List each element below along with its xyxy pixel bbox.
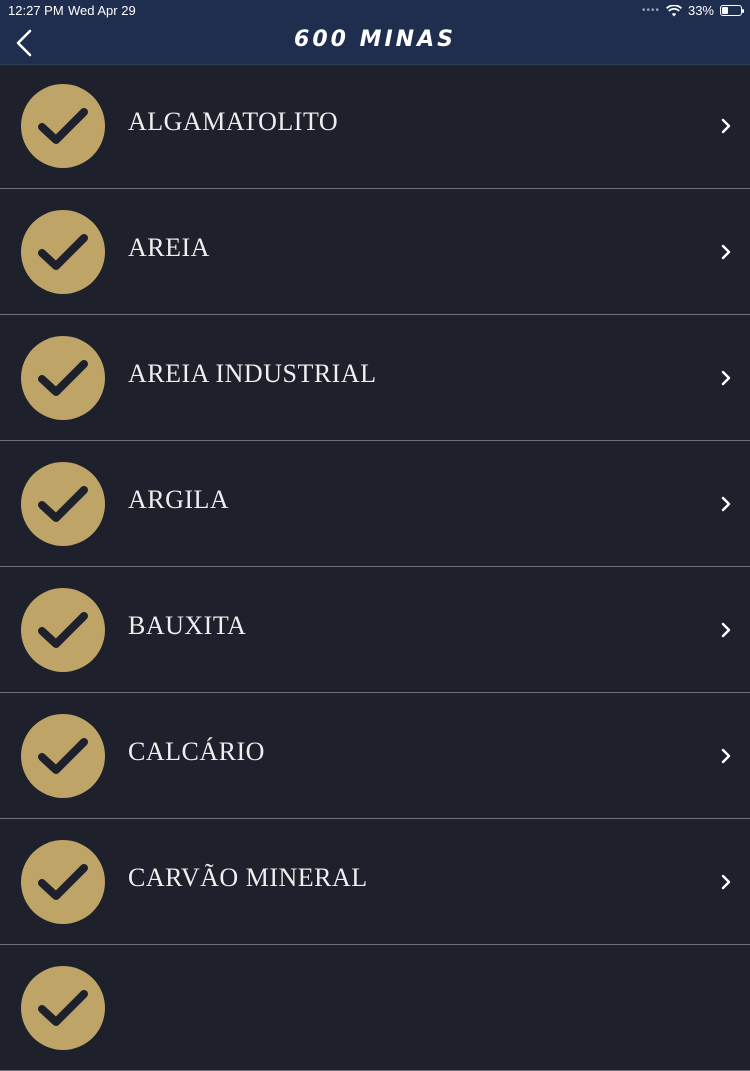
checkmark-icon: [38, 738, 88, 774]
list-item[interactable]: AREIA: [0, 189, 750, 315]
checkmark-icon: [38, 990, 88, 1026]
list-item-label: ARGILA: [128, 485, 230, 514]
status-date: Wed Apr 29: [68, 3, 136, 18]
check-badge: [21, 84, 105, 168]
check-badge: [21, 588, 105, 672]
navigation-bar: 600 MINAS: [0, 22, 750, 65]
list-item-label: AREIA INDUSTRIAL: [128, 359, 377, 388]
list-item-label: CALCÁRIO: [128, 737, 265, 766]
status-bar: 12:27 PM Wed Apr 29 •••• 33%: [0, 0, 750, 22]
check-badge: [21, 462, 105, 546]
status-time: 12:27 PM: [8, 3, 64, 18]
check-badge: [21, 714, 105, 798]
list-item[interactable]: BAUXITA: [0, 567, 750, 693]
mineral-list: ALGAMATOLITO AREIA AREIA INDUSTRIAL ARGILA B…: [0, 63, 750, 1071]
checkmark-icon: [38, 486, 88, 522]
battery-percent: 33%: [687, 3, 714, 18]
list-item-label: BAUXITA: [128, 611, 247, 640]
list-item[interactable]: [0, 945, 750, 1071]
list-item[interactable]: ALGAMATOLITO: [0, 63, 750, 189]
list-item[interactable]: CALCÁRIO: [0, 693, 750, 819]
chevron-right-icon: [720, 748, 732, 764]
checkmark-icon: [38, 612, 88, 648]
list-item-label: AREIA: [128, 233, 210, 262]
page-title: 600 MINAS: [294, 27, 456, 52]
checkmark-icon: [38, 108, 88, 144]
check-badge: [21, 840, 105, 924]
checkmark-icon: [38, 234, 88, 270]
checkmark-icon: [38, 864, 88, 900]
check-badge: [21, 210, 105, 294]
chevron-right-icon: [720, 244, 732, 260]
checkmark-icon: [38, 360, 88, 396]
list-item[interactable]: ARGILA: [0, 441, 750, 567]
chevron-right-icon: [720, 370, 732, 386]
list-item-label: CARVÃO MINERAL: [128, 863, 368, 892]
chevron-right-icon: [720, 874, 732, 890]
wifi-icon: [665, 4, 682, 16]
list-item[interactable]: CARVÃO MINERAL: [0, 819, 750, 945]
check-badge: [21, 336, 105, 420]
chevron-right-icon: [720, 496, 732, 512]
battery-icon: [720, 5, 744, 16]
chevron-right-icon: [720, 622, 732, 638]
check-badge: [21, 966, 105, 1050]
list-item[interactable]: AREIA INDUSTRIAL: [0, 315, 750, 441]
list-item-label: ALGAMATOLITO: [128, 107, 339, 136]
chevron-right-icon: [720, 118, 732, 134]
signal-dots-icon: ••••: [641, 5, 660, 16]
status-indicators: •••• 33%: [641, 3, 744, 18]
